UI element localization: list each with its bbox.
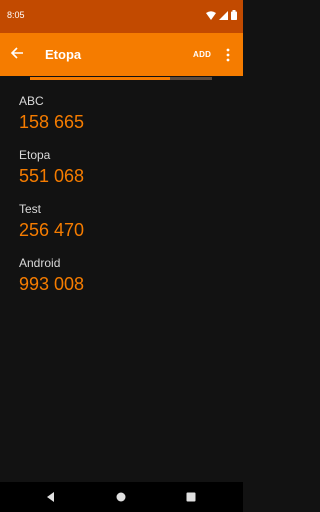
nav-home-icon[interactable] bbox=[114, 490, 128, 504]
code-timer-progress-fill bbox=[30, 77, 171, 80]
nav-back-icon[interactable] bbox=[44, 490, 58, 504]
page-title: Etopa bbox=[45, 47, 82, 62]
entry-code: 256 470 bbox=[19, 220, 85, 240]
code-timer-progress bbox=[30, 77, 212, 80]
arrow-back-icon[interactable] bbox=[9, 45, 25, 61]
list-item[interactable]: Android 993 008 bbox=[0, 256, 243, 310]
status-time: 8:05 bbox=[7, 10, 25, 20]
status-bar: 8:05 bbox=[0, 0, 243, 33]
list-item[interactable]: ABC 158 665 bbox=[0, 94, 243, 148]
status-icons bbox=[206, 10, 237, 20]
entry-name: Android bbox=[19, 256, 61, 270]
list-item[interactable]: Etopa 551 068 bbox=[0, 148, 243, 202]
entry-code: 993 008 bbox=[19, 274, 85, 294]
add-button[interactable]: ADD bbox=[193, 50, 211, 59]
entry-code: 551 068 bbox=[19, 166, 85, 186]
entry-name: Etopa bbox=[19, 148, 51, 162]
more-vert-icon[interactable] bbox=[224, 47, 232, 63]
entry-name: Test bbox=[19, 202, 42, 216]
battery-icon bbox=[231, 10, 237, 20]
entry-name: ABC bbox=[19, 94, 44, 108]
signal-icon bbox=[219, 10, 228, 20]
entry-list: ABC 158 665 Etopa 551 068 Test 256 470 Android… bbox=[0, 94, 243, 310]
nav-recents-icon[interactable] bbox=[184, 490, 198, 504]
wifi-icon bbox=[206, 10, 216, 20]
list-item[interactable]: Test 256 470 bbox=[0, 202, 243, 256]
entry-code: 158 665 bbox=[19, 112, 85, 132]
app-bar: Etopa ADD bbox=[0, 33, 243, 76]
navigation-bar bbox=[0, 482, 243, 512]
